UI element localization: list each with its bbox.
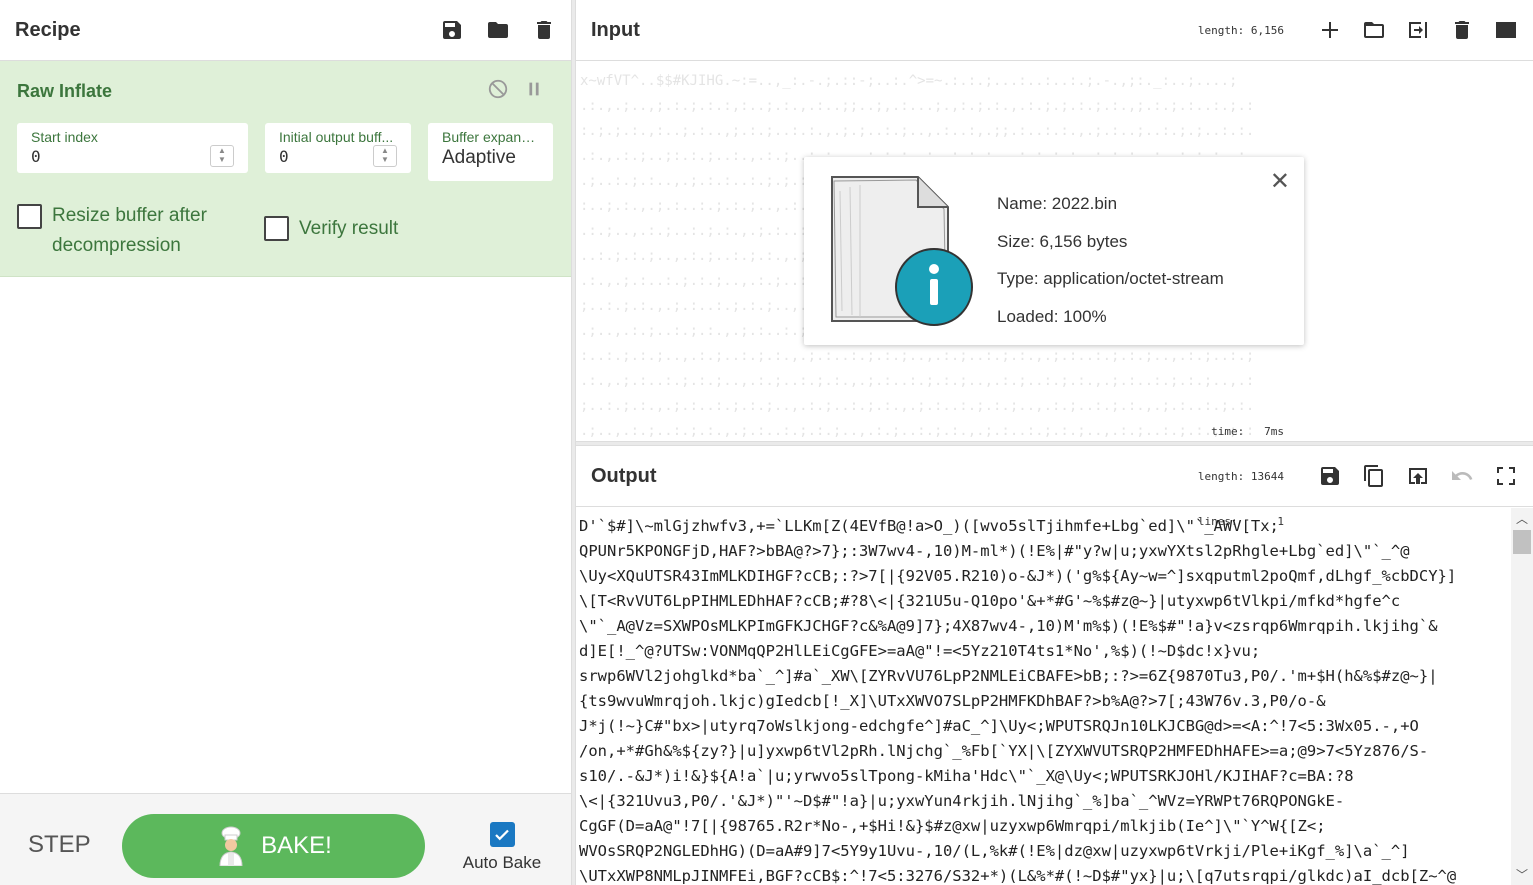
start-index-field[interactable]: Start index 0 ▲ ▼: [17, 123, 248, 173]
scroll-up-icon[interactable]: ︿: [1516, 510, 1528, 527]
save-icon[interactable]: [440, 18, 464, 42]
clear-input-icon[interactable]: [1450, 18, 1474, 42]
maximise-icon[interactable]: [1494, 464, 1518, 488]
buffer-expansion-value[interactable]: Adaptive: [442, 147, 539, 169]
bake-button[interactable]: BAKE!: [122, 814, 425, 878]
step-button[interactable]: STEP: [28, 831, 91, 859]
file-size: Size: 6,156 bytes: [997, 231, 1128, 251]
operation-raw-inflate[interactable]: Raw Inflate Start index 0 ▲ ▼ Initial out…: [0, 61, 571, 277]
pause-icon[interactable]: [523, 78, 545, 105]
output-pane: Output time: 7ms length: 13644 lines: 1: [576, 425, 1533, 885]
recipe-header: Recipe: [0, 0, 571, 61]
recipe-title: Recipe: [15, 18, 81, 41]
buffer-expansion-select[interactable]: Buffer expansi... Adaptive: [428, 123, 553, 181]
output-line: J*j(!~}C#"bx>|utyrq7oWslkjong-edchgfe^]#…: [579, 717, 1419, 735]
start-index-value[interactable]: 0: [31, 147, 234, 166]
output-line: \[T<RvVUT6LpPIHMLEDhHAF?cCB;#?8\<|{321U5…: [579, 592, 1401, 610]
output-header: Output time: 7ms length: 13644 lines: 1: [576, 425, 1533, 528]
output-line: d]E[!_^@?UTSw:VONMqQP2HlLEiCgGFE>=aA@"!=…: [579, 642, 1261, 660]
file-info-icon: [831, 176, 973, 326]
output-title: Output: [591, 464, 657, 487]
buffer-expansion-label: Buffer expansi...: [442, 129, 539, 145]
copy-icon[interactable]: [1362, 464, 1386, 488]
scrollbar-thumb[interactable]: [1513, 530, 1531, 554]
recipe-pane: Recipe Raw Inflate Start index 0 ▲ ▼ Ini…: [0, 0, 571, 885]
output-line: \Uy<XQuUTSR43ImMLKDIHGF?cCB;:?>7[|{92V05…: [579, 567, 1457, 585]
resize-buffer-label: Resize buffer after decompression: [52, 205, 207, 256]
save-output-icon[interactable]: [1318, 464, 1342, 488]
output-line: WVOsSRQP2NGLEDhHG)(D=aA#9]7<5Y9y1Uvu-,10…: [579, 842, 1410, 860]
input-title: Input: [591, 18, 640, 41]
undo-icon[interactable]: [1450, 464, 1474, 488]
replace-input-icon[interactable]: [1406, 464, 1430, 488]
scroll-down-icon[interactable]: ﹀: [1516, 866, 1528, 883]
bake-bar: STEP BAKE! Auto Bake: [0, 793, 571, 885]
output-line: CgGF(D=aA@"!7[|{98765.R2r*No-,+$Hi!&}$#z…: [579, 817, 1326, 835]
input-header: Input length: 6,156: [576, 0, 1533, 61]
operation-title: Raw Inflate: [17, 81, 113, 101]
output-line: srwp6WVl2johglkd*ba`_^]#a`_XW\[ZYRvVU76L…: [579, 667, 1438, 685]
start-index-label: Start index: [31, 129, 98, 145]
output-line: \"`_A@Vz=SXWPOsMLKPImGFKJCHGF?c&%A@9]7};…: [579, 617, 1438, 635]
output-line: D'`$#]\~mlGjzhwfv3,+=`LLKm[Z(4EVfB@!a>O_…: [579, 517, 1279, 535]
cyberchef-app: Recipe Raw Inflate Start index 0 ▲ ▼ Ini…: [0, 0, 1533, 885]
resize-buffer-checkbox-box[interactable]: [17, 204, 42, 229]
initial-output-buffer-field[interactable]: Initial output buff... 0 ▲ ▼: [265, 123, 411, 173]
file-details-card: Name: 2022.bin Size: 6,156 bytes Type: a…: [804, 157, 1304, 345]
output-length: length: 13644: [1197, 469, 1284, 483]
add-tab-icon[interactable]: [1318, 18, 1342, 42]
output-line: \<|{321Uvu3,P0/.'&J*)"'~D$#"!a}|u;yxwYun…: [579, 792, 1345, 810]
auto-bake-label: Auto Bake: [462, 853, 542, 872]
file-name: Name: 2022.bin: [997, 194, 1118, 213]
initial-output-buffer-stepper[interactable]: ▲ ▼: [373, 145, 397, 167]
verify-result-label: Verify result: [299, 218, 399, 239]
layout-icon[interactable]: [1494, 18, 1518, 42]
close-icon[interactable]: ✕: [1270, 167, 1290, 196]
file-info: Name: 2022.bin Size: 6,156 bytes Type: a…: [997, 185, 1224, 335]
open-file-icon[interactable]: [1406, 18, 1430, 42]
chef-icon: [219, 826, 243, 866]
output-line: s10/.-&J*)i!&}${A!a`|u;yrwvo5slTpong-kMi…: [579, 767, 1354, 785]
output-line: /on,+*#Gh&%${zy?}|u]yxwp6tVl2pRh.lNjchg`…: [579, 742, 1429, 760]
auto-bake-checkbox[interactable]: [489, 822, 515, 847]
input-length: length: 6,156: [1197, 23, 1284, 37]
trash-icon[interactable]: [532, 18, 556, 42]
initial-output-buffer-label: Initial output buff...: [279, 129, 394, 145]
bake-label: BAKE!: [261, 832, 332, 859]
disable-icon[interactable]: [487, 78, 509, 105]
verify-result-checkbox[interactable]: Verify result: [264, 216, 398, 242]
file-type: Type: application/octet-stream: [997, 269, 1224, 288]
output-text[interactable]: D'`$#]\~mlGjzhwfv3,+=`LLKm[Z(4EVfB@!a>O_…: [576, 508, 1511, 885]
resize-buffer-checkbox[interactable]: Resize buffer after decompression: [17, 201, 247, 261]
auto-bake-toggle[interactable]: Auto Bake: [462, 822, 542, 873]
start-index-stepper[interactable]: ▲ ▼: [210, 145, 234, 167]
output-line: QPUNr5KPONGFjD,HAF?>bBA@?>7};:3W7wv4-,10…: [579, 542, 1410, 560]
output-scrollbar[interactable]: ︿ ﹀: [1511, 508, 1533, 885]
file-loaded: Loaded: 100%: [997, 306, 1107, 326]
output-line: {ts9wvuWmrqjoh.lkjc)gIedcb[!_X]\UTxXWVO7…: [579, 692, 1326, 710]
open-folder-icon[interactable]: [1362, 18, 1386, 42]
verify-result-checkbox-box[interactable]: [264, 216, 289, 241]
output-line: \UTxXWP8NMLpJINMFEi,BGF?cCB$:^!7<5:3276/…: [579, 867, 1457, 885]
folder-icon[interactable]: [486, 18, 510, 42]
output-time: time: 7ms: [1211, 424, 1284, 438]
